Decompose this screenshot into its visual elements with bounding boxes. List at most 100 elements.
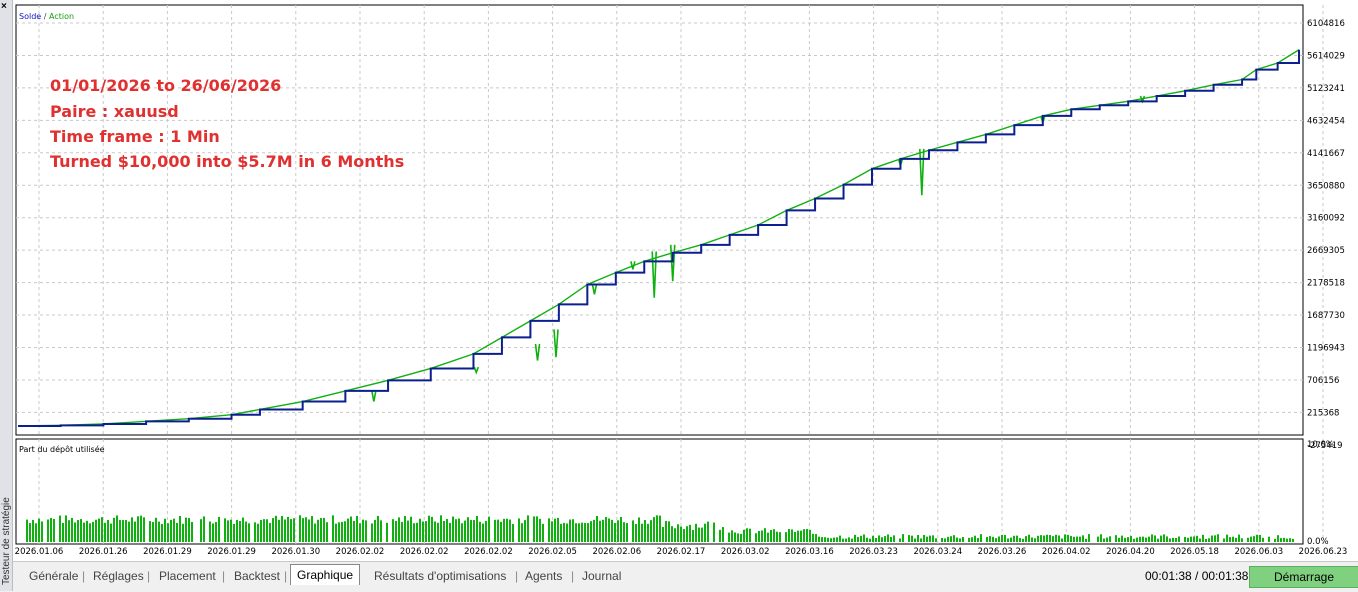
usage-bar [428,515,430,542]
tab-graphique[interactable]: Graphique [290,564,361,585]
usage-bar [191,521,193,542]
usage-bar [1007,538,1009,542]
usage-bar [950,536,952,542]
usage-bar [65,515,67,542]
tab-reglages[interactable]: Réglages [91,567,146,585]
usage-bar [287,516,289,542]
usage-bar [359,523,361,542]
usage-bar [578,523,580,542]
usage-bar [1052,536,1054,542]
usage-bar [698,527,700,542]
tab-separator: | [222,569,226,583]
usage-bar [269,522,271,542]
usage-bar [857,536,859,542]
usage-bar [437,522,439,542]
x-tick-label: 2026.03.23 [849,547,898,557]
usage-bar [479,521,481,542]
tab-placement[interactable]: Placement [157,567,218,585]
tab-resultats-optimisations[interactable]: Résultats d'optimisations [372,567,508,585]
usage-bar [425,521,427,542]
usage-bar [1199,538,1201,542]
usage-bar [1127,537,1129,542]
usage-bar [473,520,475,542]
x-tick-label: 2026.02.02 [400,547,449,557]
x-tick-label: 2026.01.30 [271,547,320,557]
usage-bar [761,530,763,542]
usage-bar [932,535,934,542]
usage-bar [227,520,229,542]
usage-bar [791,529,793,542]
usage-bar [794,531,796,542]
usage-bar [602,519,604,542]
tab-backtest[interactable]: Backtest [232,567,282,585]
usage-bar [767,532,769,542]
usage-bar [539,518,541,542]
usage-bar [848,537,850,542]
usage-bar [605,516,607,542]
elapsed-timer: 00:01:38 / 00:01:38 [1145,569,1249,583]
usage-bar [1130,535,1132,542]
usage-bar [407,520,409,542]
usage-bar [416,522,418,542]
usage-bar [140,515,142,542]
usage-bar [902,534,904,542]
x-tick-label: 2026.02.02 [464,547,513,557]
tab-journal[interactable]: Journal [580,567,623,585]
usage-bar [302,518,304,542]
usage-bar [1004,535,1006,542]
usage-bar [584,522,586,542]
tab-agents[interactable]: Agents [523,567,564,585]
usage-bar [788,529,790,542]
usage-bar [326,522,328,542]
usage-bar [668,521,670,542]
y-tick-label: 215368 [1307,408,1339,418]
usage-bar [1193,536,1195,542]
usage-bar [350,516,352,542]
start-button[interactable]: Démarrage [1249,566,1358,588]
usage-bar [974,535,976,542]
tab-generale[interactable]: Générale [27,567,80,585]
tab-separator: | [515,569,519,583]
usage-bar [962,537,964,542]
usage-bar [1223,538,1225,542]
usage-bar [275,515,277,542]
usage-bar [317,519,319,542]
y-tick-label: 3650880 [1307,181,1345,191]
usage-bar [182,523,184,542]
usage-bar [242,517,244,542]
usage-bar [899,538,901,542]
sub-y-tick-label: 0.0% [1307,537,1329,547]
usage-bar [284,519,286,542]
usage-bar [455,519,457,542]
usage-bar [1172,537,1174,542]
usage-bar [809,529,811,542]
usage-bar [101,517,103,542]
usage-bar [311,516,313,542]
usage-bar [572,519,574,542]
usage-bar [1139,536,1141,542]
usage-bar [620,516,622,542]
usage-bar [968,537,970,542]
close-icon[interactable]: × [1,2,7,12]
usage-bar [662,526,664,542]
usage-bar [26,519,28,542]
usage-bar [323,517,325,542]
usage-bar [818,536,820,542]
usage-bar [1079,536,1081,542]
usage-bar [587,523,589,542]
usage-bar [557,517,559,542]
usage-bar [665,520,667,542]
sidebar-vertical-label: Testeur de stratégie [1,497,12,585]
usage-bar [1169,538,1171,542]
usage-bar [308,519,310,542]
usage-bar [1241,538,1243,542]
usage-bar [542,523,544,542]
usage-bar [1118,537,1120,542]
usage-bar [398,517,400,542]
usage-bar [611,519,613,542]
usage-bar [218,516,220,542]
usage-bar [551,521,553,542]
usage-bar [1232,536,1234,542]
usage-bar [110,523,112,542]
y-tick-label: 2178518 [1307,279,1345,289]
